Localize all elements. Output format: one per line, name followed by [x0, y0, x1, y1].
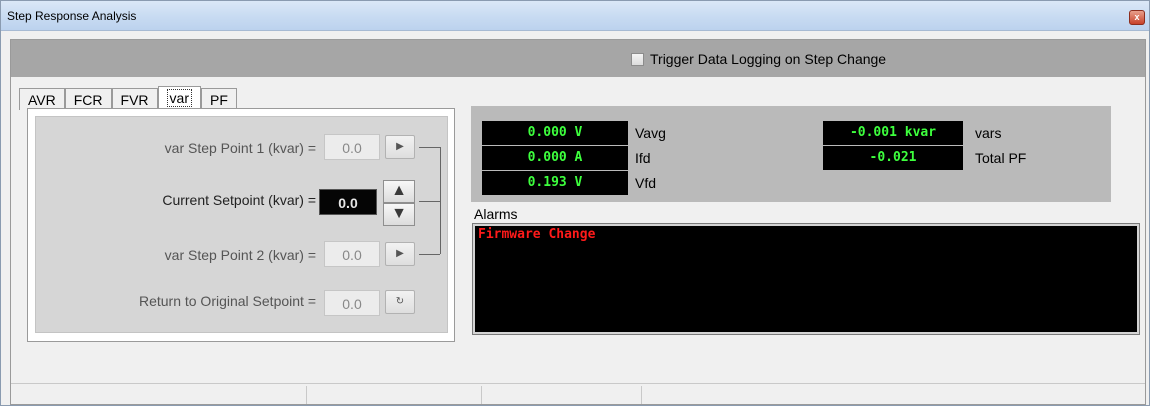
status-bar: [11, 383, 1145, 404]
return-original-label: Return to Original Setpoint =: [138, 293, 316, 309]
setpoint-decrease-button[interactable]: ▼: [383, 203, 415, 226]
tab-label: FVR: [120, 92, 149, 108]
close-icon: x: [1134, 12, 1140, 22]
mode-tabs: AVR FCR FVR var PF: [19, 85, 237, 111]
close-button[interactable]: x: [1129, 10, 1145, 25]
total-pf-label: Total PF: [975, 150, 1027, 166]
setpoint-increase-button[interactable]: ▲: [383, 180, 415, 203]
vavg-value: 0.000 V: [482, 121, 628, 145]
step-point-2-label: var Step Point 2 (kvar) =: [164, 247, 316, 263]
refresh-icon: ↻: [395, 296, 405, 307]
current-setpoint-field[interactable]: 0.0: [319, 189, 377, 215]
metering-panel: 0.000 V Vavg 0.000 A Ifd 0.193 V Vfd -0.…: [471, 106, 1111, 202]
apply-step-point-2-button[interactable]: ▶: [385, 242, 415, 266]
vars-label: vars: [975, 125, 1002, 141]
step-response-window: Step Response Analysis x Trigger Data Lo…: [0, 0, 1150, 406]
spin-down-icon: ▼: [391, 205, 407, 222]
tab-label: AVR: [28, 92, 56, 108]
return-original-field[interactable]: 0.0: [324, 290, 380, 316]
vfd-value: 0.193 V: [482, 171, 628, 195]
tab-avr[interactable]: AVR: [19, 88, 65, 110]
step-point-2-field[interactable]: 0.0: [324, 241, 380, 267]
ifd-label: Ifd: [635, 150, 651, 166]
step-controls-group: var Step Point 1 (kvar) = 0.0 ▶ Current …: [35, 116, 448, 333]
tab-fcr[interactable]: FCR: [64, 88, 112, 110]
vars-value: -0.001 kvar: [823, 121, 963, 145]
play-icon: ▶: [396, 141, 404, 152]
header-bar: Trigger Data Logging on Step Change: [11, 40, 1145, 77]
spin-up-icon: ▲: [391, 182, 407, 199]
client-area: Trigger Data Logging on Step Change AVR …: [10, 39, 1146, 405]
title-bar: Step Response Analysis x: [1, 1, 1149, 31]
window-title: Step Response Analysis: [7, 9, 137, 23]
total-pf-value: -0.021: [823, 146, 963, 170]
ifd-value: 0.000 A: [482, 146, 628, 170]
tab-fvr[interactable]: FVR: [111, 88, 158, 110]
setpoint-spinner: ▲ ▼: [383, 180, 415, 226]
tab-label: var: [166, 89, 192, 107]
status-divider: [481, 386, 482, 404]
current-setpoint-label: Current Setpoint (kvar) =: [162, 192, 316, 208]
step-point-1-label: var Step Point 1 (kvar) =: [164, 140, 316, 156]
bracket-middle: [419, 201, 440, 202]
alarm-item: Firmware Change: [478, 227, 596, 242]
tab-pf[interactable]: PF: [200, 88, 237, 110]
tab-label: FCR: [73, 92, 103, 108]
apply-step-point-1-button[interactable]: ▶: [385, 135, 415, 159]
tab-label: PF: [209, 92, 228, 108]
alarms-list[interactable]: Firmware Change: [472, 223, 1140, 335]
vavg-label: Vavg: [635, 125, 666, 141]
bracket-right: [440, 147, 441, 254]
alarms-label: Alarms: [474, 206, 518, 222]
var-tab-panel: var Step Point 1 (kvar) = 0.0 ▶ Current …: [27, 108, 455, 342]
return-original-button[interactable]: ↻: [385, 290, 415, 314]
bracket-bottom: [419, 254, 440, 255]
play-icon: ▶: [396, 248, 404, 259]
status-divider: [641, 386, 642, 404]
step-point-1-field[interactable]: 0.0: [324, 134, 380, 160]
status-divider: [306, 386, 307, 404]
trigger-logging-checkbox[interactable]: [631, 52, 644, 66]
vfd-label: Vfd: [635, 175, 657, 191]
trigger-logging-toggle[interactable]: Trigger Data Logging on Step Change: [631, 51, 886, 67]
trigger-logging-label: Trigger Data Logging on Step Change: [650, 51, 887, 67]
bracket-top: [419, 147, 440, 148]
